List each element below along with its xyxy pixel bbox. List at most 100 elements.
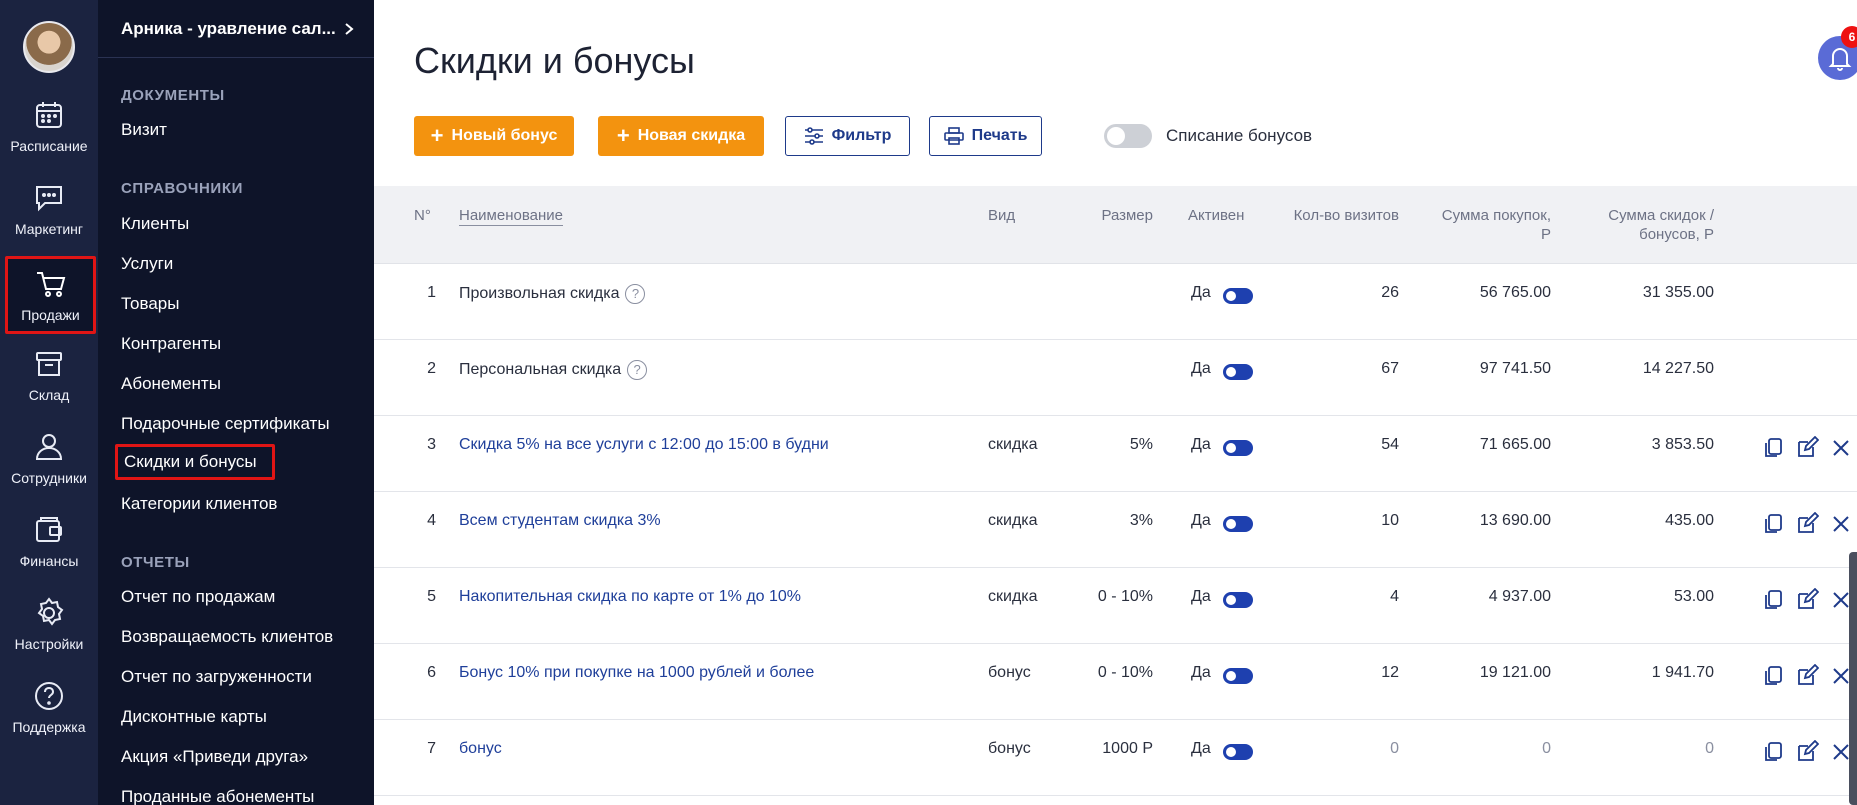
subnav-link-products[interactable]: Товары — [121, 294, 179, 314]
row-discounts: 53.00 — [1673, 588, 1714, 605]
chevron-right-icon — [345, 22, 354, 35]
rail-item-warehouse[interactable]: Склад — [0, 347, 98, 427]
subnav-link-client-categories[interactable]: Категории клиентов — [121, 494, 277, 514]
copy-icon[interactable] — [1761, 664, 1785, 688]
subnav-link-client-retention[interactable]: Возвращаемость клиентов — [121, 627, 333, 647]
row-discounts: 3 853.50 — [1651, 436, 1714, 453]
print-button[interactable]: Печать — [929, 116, 1042, 156]
row-num: 2 — [427, 360, 436, 377]
row-name-link[interactable]: бонус — [459, 740, 502, 758]
subnav-link-clients[interactable]: Клиенты — [121, 214, 189, 234]
subnav-link-subscriptions[interactable]: Абонементы — [121, 374, 221, 394]
col-purchases: Сумма покупок, Р — [1414, 206, 1551, 244]
row-kind: бонус — [988, 740, 1031, 757]
row-active-toggle[interactable] — [1223, 440, 1253, 456]
row-active-text: Да — [1191, 740, 1211, 757]
rail-item-schedule[interactable]: Расписание — [0, 98, 98, 178]
col-name[interactable]: Наименование — [459, 206, 563, 226]
sub-sidebar: Арника - уравление сал... ДОКУМЕНТЫ Визи… — [98, 0, 374, 805]
row-visits: 12 — [1381, 664, 1399, 681]
edit-icon[interactable] — [1795, 663, 1820, 688]
subnav-link-visit[interactable]: Визит — [121, 120, 167, 140]
row-discounts: 435.00 — [1665, 512, 1714, 529]
edit-icon[interactable] — [1795, 435, 1820, 460]
rail-item-staff[interactable]: Сотрудники — [0, 430, 98, 510]
subnav-link-workload-report[interactable]: Отчет по загруженности — [121, 667, 312, 687]
edit-icon[interactable] — [1795, 587, 1820, 612]
copy-icon[interactable] — [1761, 436, 1785, 460]
row-discounts: 1 941.70 — [1651, 664, 1714, 681]
edit-icon[interactable] — [1795, 739, 1820, 764]
row-name-link[interactable]: Бонус 10% при покупке на 1000 рублей и б… — [459, 664, 814, 682]
question-icon[interactable]: ? — [627, 360, 648, 380]
row-name-static: Персональная скидка? — [459, 360, 648, 380]
row-num: 3 — [427, 436, 436, 453]
company-name: Арника - уравление сал... — [121, 18, 336, 38]
edit-icon[interactable] — [1795, 511, 1820, 536]
rail-item-sales[interactable]: Продажи — [5, 256, 96, 334]
archive-icon — [36, 352, 62, 376]
col-discounts-line1: Сумма скидок / — [1608, 207, 1714, 224]
bonus-write-off-toggle[interactable] — [1104, 124, 1152, 148]
copy-icon[interactable] — [1761, 588, 1785, 612]
copy-icon[interactable] — [1761, 740, 1785, 764]
row-active-toggle[interactable] — [1223, 668, 1253, 684]
subnav-link-refer-friend[interactable]: Акция «Приведи друга» — [121, 747, 308, 767]
row-active-text: Да — [1191, 436, 1211, 453]
row-name-text: Персональная скидка — [459, 361, 622, 379]
row-purchases: 4 937.00 — [1488, 588, 1551, 605]
row-visits: 67 — [1381, 360, 1399, 377]
row-name-link[interactable]: Накопительная скидка по карте от 1% до 1… — [459, 588, 801, 606]
table-header: N° Наименование Вид Размер Активен Кол-в… — [374, 186, 1857, 264]
filter-label: Фильтр — [831, 127, 892, 144]
rail-item-support[interactable]: Поддержка — [0, 679, 98, 759]
section-title-directories: СПРАВОЧНИКИ — [121, 180, 243, 197]
col-kind: Вид — [988, 207, 1016, 224]
row-active-toggle[interactable] — [1223, 364, 1253, 380]
delete-icon[interactable] — [1829, 512, 1853, 536]
table-row: 5 Накопительная скидка по карте от 1% до … — [374, 568, 1857, 644]
row-active-text: Да — [1191, 284, 1211, 301]
question-icon[interactable]: ? — [625, 284, 646, 304]
row-size: 5% — [1129, 436, 1153, 453]
table-row: 6 Бонус 10% при покупке на 1000 рублей и … — [374, 644, 1857, 720]
row-active-toggle[interactable] — [1223, 592, 1253, 608]
row-kind: скидка — [988, 588, 1038, 605]
rail-item-settings[interactable]: Настройки — [0, 596, 98, 676]
row-active-toggle[interactable] — [1223, 744, 1253, 760]
copy-icon[interactable] — [1761, 512, 1785, 536]
subnav-link-sold-subscriptions[interactable]: Проданные абонементы — [121, 787, 314, 805]
rail-item-marketing[interactable]: Маркетинг — [0, 181, 98, 261]
row-purchases: 71 665.00 — [1479, 436, 1551, 453]
new-bonus-button[interactable]: + Новый бонус — [414, 116, 574, 156]
company-switcher[interactable]: Арника - уравление сал... — [98, 0, 374, 58]
delete-icon[interactable] — [1829, 436, 1853, 460]
new-discount-button[interactable]: + Новая скидка — [598, 116, 764, 156]
subnav-link-services[interactable]: Услуги — [121, 254, 173, 274]
subnav-link-gift-certificates[interactable]: Подарочные сертификаты — [121, 414, 330, 434]
row-visits: 26 — [1381, 284, 1399, 301]
row-purchases: 97 741.50 — [1479, 360, 1551, 377]
row-kind: бонус — [988, 664, 1031, 681]
subnav-link-sales-report[interactable]: Отчет по продажам — [121, 587, 275, 607]
row-num: 5 — [427, 588, 436, 605]
subnav-link-discount-cards[interactable]: Дисконтные карты — [121, 707, 267, 727]
col-active: Активен — [1188, 207, 1245, 224]
scrollbar-thumb[interactable] — [1849, 552, 1857, 805]
row-name-link[interactable]: Скидка 5% на все услуги с 12:00 до 15:00… — [459, 436, 829, 454]
rail-item-finance[interactable]: Финансы — [0, 513, 98, 593]
rail-label: Настройки — [14, 636, 84, 652]
subnav-link-contractors[interactable]: Контрагенты — [121, 334, 221, 354]
table-row: 1 Произвольная скидка? Да 26 56 765.00 31 355… — [374, 264, 1857, 340]
rail-label: Поддержка — [12, 719, 86, 735]
subnav-link-discounts-bonuses[interactable]: Скидки и бонусы — [115, 444, 275, 480]
row-name-link[interactable]: Всем студентам скидка 3% — [459, 512, 661, 530]
rail-label: Склад — [28, 387, 70, 403]
row-active-text: Да — [1191, 664, 1211, 681]
row-active-toggle[interactable] — [1223, 516, 1253, 532]
filter-button[interactable]: Фильтр — [785, 116, 910, 156]
person-icon — [35, 434, 63, 460]
row-active-toggle[interactable] — [1223, 288, 1253, 304]
table-row: 3 Скидка 5% на все услуги с 12:00 до 15:0… — [374, 416, 1857, 492]
avatar[interactable] — [23, 21, 75, 73]
